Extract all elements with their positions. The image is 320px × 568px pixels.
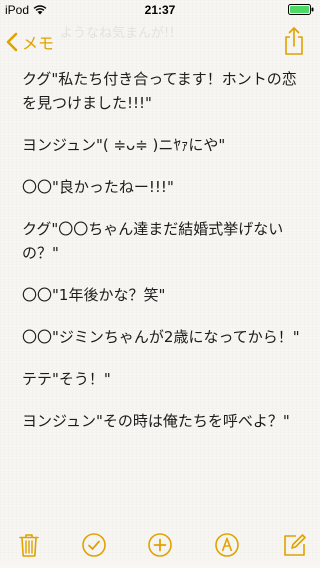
note-line: クグ"私たち付き合ってます！ホントの恋を見つけました!!!" [22,70,297,112]
note-line: 〇〇"良かったねー!!!" [22,178,174,196]
back-button[interactable]: メモ [6,28,54,56]
markup-pen-icon[interactable] [214,532,240,558]
status-time: 21:37 [144,3,176,17]
note-line: クグ"〇〇ちゃん達まだ結婚式挙げないの？" [22,220,284,262]
note-line: ヨンジュン"その時は俺たちを呼べよ？" [22,412,290,430]
bottom-toolbar [0,524,320,568]
navigation-bar: ようなね気まんが!! メモ [0,20,320,64]
back-button-label: メモ [22,34,55,53]
note-line: 〇〇"1年後かな？笑" [22,286,166,304]
compose-icon[interactable] [282,532,308,558]
battery-icon [288,4,314,15]
note-line: ヨンジュン"( ≑ᴗ≑ )ニﾔｧにや" [22,136,226,154]
checkmark-circle-icon[interactable] [81,532,107,558]
note-body[interactable]: クグ"私たち付き合ってます！ホントの恋を見つけました!!!" ヨンジュン"( ≑… [22,64,304,524]
share-icon[interactable] [282,26,306,56]
note-line: 〇〇"ジミンちゃんが2歳になってから！" [22,328,300,346]
trash-icon[interactable] [16,532,42,558]
chevron-left-icon [6,32,18,52]
status-bar: iPod 21:37 [0,0,320,20]
scrolled-text-ghost: ようなね気まんが!! [60,26,175,41]
note-line: テテ"そう！" [22,370,111,388]
plus-circle-icon[interactable] [147,532,173,558]
